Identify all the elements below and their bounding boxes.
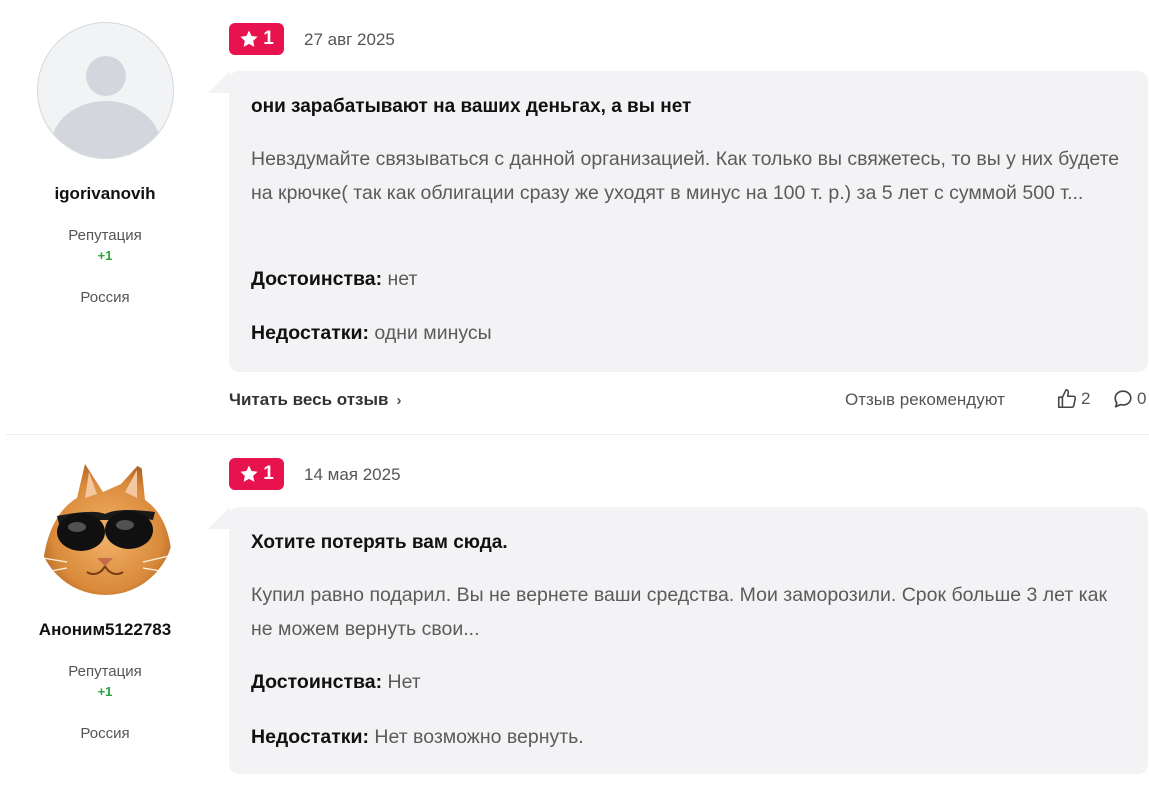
read-full-review-link[interactable]: Читать весь отзыв › (229, 390, 401, 410)
like-button[interactable]: 2 (1056, 388, 1090, 410)
review-body: они зарабатывают на ваших деньгах, а вы … (229, 71, 1148, 372)
pros-value: нет (387, 268, 418, 290)
comments-count: 0 (1137, 389, 1147, 408)
star-icon (240, 465, 258, 482)
reputation-label: Репутация (68, 227, 142, 244)
review-pros: Достоинства: нет (251, 268, 1128, 291)
pros-label: Достоинства: (251, 671, 383, 693)
review-date: 27 авг 2025 (304, 30, 395, 49)
comments-button[interactable]: 0 (1112, 388, 1146, 410)
cat-with-sunglasses-avatar-image (37, 458, 174, 595)
pros-label: Достоинства: (251, 268, 383, 290)
cons-label: Недостатки: (251, 322, 369, 344)
rating-badge: 1 (229, 458, 284, 490)
author-name[interactable]: Аноним5122783 (0, 620, 210, 640)
review-pros: Достоинства: Нет (251, 671, 1128, 694)
cons-label: Недостатки: (251, 726, 369, 748)
review-text: Купил равно подарил. Вы не вернете ваши … (251, 584, 1108, 640)
review-cons: Недостатки: одни минусы (251, 322, 1128, 345)
default-user-icon-head (86, 56, 126, 96)
comment-bubble-icon (1114, 390, 1132, 408)
recommend-label: Отзыв рекомендуют (845, 390, 1005, 409)
reputation-value: +1 (97, 684, 113, 699)
cons-value: Нет возможно вернуть. (374, 726, 584, 748)
review-card: igorivanovih Репутация +1 Россия 1 27 ав… (0, 0, 1149, 436)
review-date: 14 мая 2025 (304, 465, 401, 484)
default-user-icon-body (51, 101, 161, 158)
review-author: igorivanovih Репутация +1 Россия (0, 0, 210, 436)
rating-value: 1 (263, 28, 274, 49)
review-card: Аноним5122783 Репутация +1 Россия 1 14 м… (0, 436, 1149, 788)
review-cons: Недостатки: Нет возможно вернуть. (251, 726, 1128, 749)
author-country: Россия (80, 289, 130, 306)
review-body: Хотите потерять вам сюда. Купил равно по… (229, 507, 1148, 774)
avatar[interactable] (37, 22, 174, 159)
reputation-label: Репутация (68, 663, 142, 680)
thumbs-up-icon (1057, 389, 1077, 409)
star-icon (240, 30, 258, 47)
review-title[interactable]: Хотите потерять вам сюда. (251, 532, 1128, 554)
review-title[interactable]: они зарабатывают на ваших деньгах, а вы … (251, 96, 1128, 118)
read-more-label: Читать весь отзыв (229, 390, 389, 409)
bubble-tail (208, 71, 230, 93)
rating-value: 1 (263, 463, 274, 484)
reputation-value: +1 (97, 248, 113, 263)
author-country: Россия (80, 725, 130, 742)
likes-count: 2 (1081, 389, 1091, 408)
pros-value: Нет (387, 671, 421, 693)
avatar[interactable] (37, 458, 174, 595)
review-text: Невздумайте связываться с данной организ… (251, 148, 1120, 204)
review-divider (6, 434, 1149, 435)
cons-value: одни минусы (374, 322, 492, 344)
chevron-right-icon: › (396, 391, 402, 409)
review-author: Аноним5122783 Репутация +1 Россия (0, 436, 210, 788)
bubble-tail (208, 507, 230, 529)
rating-badge: 1 (229, 23, 284, 55)
author-name[interactable]: igorivanovih (0, 184, 210, 204)
